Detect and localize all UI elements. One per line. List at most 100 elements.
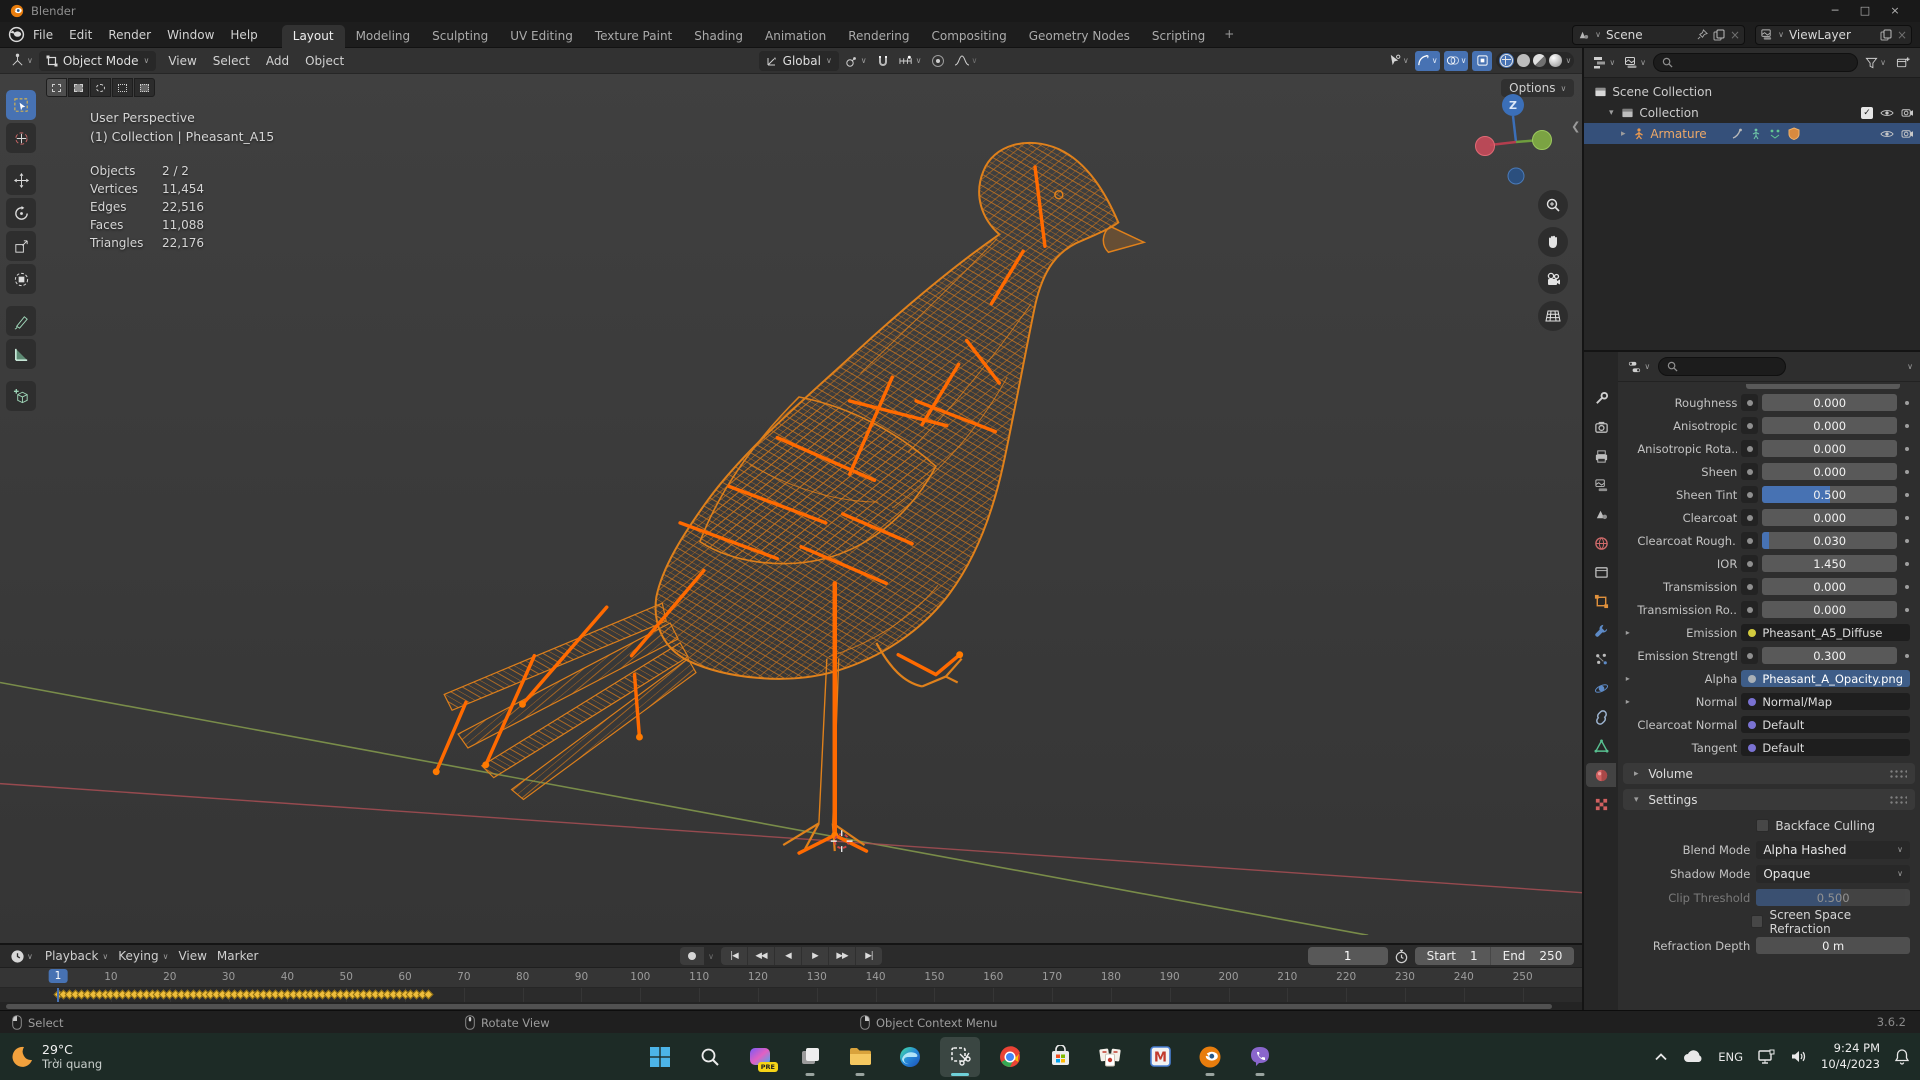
close-button[interactable]: ×: [1880, 0, 1910, 22]
value-slider[interactable]: 0.000: [1762, 509, 1897, 526]
value-slider[interactable]: 0.000: [1762, 463, 1897, 480]
prop-row-emission[interactable]: ▸ Emission Pheasant_A5_Diffuse: [1622, 622, 1912, 643]
value-slider[interactable]: 0.000: [1762, 440, 1897, 457]
timeline-menu-keying[interactable]: Keying ∨: [114, 949, 172, 963]
animate-property-button[interactable]: [1741, 532, 1759, 549]
prop-row-transmission[interactable]: Transmission 0.000: [1622, 576, 1912, 597]
duplicate-icon[interactable]: [1880, 29, 1892, 41]
end-frame-field[interactable]: End 250: [1491, 949, 1575, 963]
view-layer-selector[interactable]: ∨ ViewLayer ×: [1755, 24, 1912, 45]
blend-mode-select[interactable]: Alpha Hashed ∨: [1756, 840, 1910, 859]
remove-icon[interactable]: ×: [1897, 28, 1907, 42]
unlink-icon[interactable]: ×: [1730, 28, 1740, 42]
outliner-row-scene-collection[interactable]: Scene Collection: [1584, 81, 1920, 102]
file-explorer-button[interactable]: [840, 1037, 880, 1077]
workspace-tab-shading[interactable]: Shading: [683, 25, 754, 48]
disable-render-camera-icon[interactable]: [1901, 128, 1914, 139]
transform-orientation[interactable]: Global ∨: [758, 50, 839, 71]
tab-collection[interactable]: [1586, 560, 1616, 584]
clip-threshold-slider[interactable]: 0.500: [1756, 889, 1910, 906]
gizmos-toggle[interactable]: ∨: [1414, 50, 1440, 71]
view-layer-name[interactable]: ViewLayer: [1789, 28, 1875, 42]
collection-checkbox[interactable]: ✓: [1861, 106, 1873, 119]
scene-name[interactable]: Scene: [1606, 28, 1692, 42]
start-button[interactable]: [640, 1037, 680, 1077]
viewport-menu-view[interactable]: View: [160, 51, 204, 71]
mode-selector[interactable]: Object Mode ∨: [38, 50, 157, 71]
timeline-editor-type-button[interactable]: ∨: [8, 946, 35, 966]
tab-world[interactable]: [1586, 531, 1616, 555]
workspace-tab-modeling[interactable]: Modeling: [345, 25, 422, 48]
texture-field[interactable]: Default: [1741, 716, 1910, 733]
texture-field[interactable]: Pheasant_A_Opacity.png: [1741, 670, 1910, 687]
tab-render[interactable]: [1586, 415, 1616, 439]
workspace-tab-compositing[interactable]: Compositing: [920, 25, 1017, 48]
value-slider[interactable]: 1.450: [1762, 555, 1897, 572]
properties-search-input[interactable]: [1658, 357, 1786, 376]
minimize-button[interactable]: ─: [1820, 0, 1850, 22]
timeline-ruler[interactable]: 1 10 20 30 40 50 60 70 80 90 100 110 120 130 140 150 160…: [0, 968, 1583, 988]
prop-row-clearcoat-normal[interactable]: Clearcoat Normal Default: [1622, 714, 1912, 735]
prop-row-clearcoat-rough[interactable]: Clearcoat Rough... 0.030: [1622, 530, 1912, 551]
texture-field[interactable]: Pheasant_A5_Diffuse: [1741, 624, 1910, 641]
timeline-scrollbar[interactable]: [0, 1002, 1583, 1010]
prev-keyframe-button[interactable]: ◀◀: [747, 947, 774, 966]
snipping-tool-button[interactable]: [940, 1036, 980, 1077]
viber-button[interactable]: [1240, 1037, 1280, 1077]
select-box-button[interactable]: [68, 78, 89, 97]
select-tweak-button[interactable]: [46, 78, 67, 97]
edge-button[interactable]: [890, 1037, 930, 1077]
jump-to-end-button[interactable]: ▶|: [855, 947, 882, 966]
cursor-tool[interactable]: [6, 123, 36, 153]
timeline-keyframes[interactable]: [0, 987, 1583, 1003]
texture-field[interactable]: Default: [1741, 739, 1910, 756]
section-volume[interactable]: ▸ Volume: [1623, 763, 1915, 784]
timeline-menu-view[interactable]: View: [174, 949, 210, 963]
annotate-tool[interactable]: [6, 306, 36, 336]
animation-data-icon[interactable]: [1769, 128, 1781, 140]
language-indicator[interactable]: ENG: [1718, 1050, 1743, 1064]
workspace-tab-uv-editing[interactable]: UV Editing: [499, 25, 584, 48]
tray-chevron-icon[interactable]: [1654, 1052, 1668, 1062]
workspace-tab-sculpting[interactable]: Sculpting: [421, 25, 499, 48]
stopwatch-icon[interactable]: [1394, 949, 1409, 964]
select-lasso-button[interactable]: [112, 78, 133, 97]
play-button[interactable]: ▶: [801, 947, 828, 966]
tab-output[interactable]: [1586, 444, 1616, 468]
animate-property-button[interactable]: [1741, 647, 1759, 664]
toggle-ortho-button[interactable]: [1538, 301, 1569, 331]
outliner-search-input[interactable]: [1653, 53, 1859, 72]
scrollbar-handle[interactable]: [6, 1003, 1553, 1009]
disable-render-camera-icon[interactable]: [1901, 107, 1914, 118]
select-extend-button[interactable]: [134, 78, 155, 97]
outliner-row-collection[interactable]: ▾ Collection ✓: [1584, 102, 1920, 123]
workspace-tab-layout[interactable]: Layout: [281, 24, 345, 48]
start-frame-field[interactable]: Start 1: [1415, 949, 1490, 963]
task-view-button[interactable]: [790, 1037, 830, 1077]
hide-eye-icon[interactable]: [1880, 108, 1894, 118]
tab-tool[interactable]: [1586, 386, 1616, 410]
chrome-button[interactable]: [990, 1037, 1030, 1077]
animate-property-button[interactable]: [1741, 555, 1759, 572]
expand-triangle-icon[interactable]: ▾: [1606, 108, 1616, 118]
value-slider[interactable]: 0.500: [1762, 486, 1897, 503]
menu-help[interactable]: Help: [222, 25, 265, 45]
tab-view-layer[interactable]: [1586, 473, 1616, 497]
tab-constraints[interactable]: [1586, 705, 1616, 729]
auto-keying-button[interactable]: [680, 947, 705, 966]
duplicate-icon[interactable]: [1713, 29, 1725, 41]
navigation-gizmo[interactable]: Z: [1472, 90, 1554, 189]
shading-options-dropdown[interactable]: ∨: [1565, 56, 1571, 65]
menu-file[interactable]: File: [25, 25, 61, 45]
value-slider[interactable]: 0.000: [1762, 601, 1897, 618]
tab-modifiers[interactable]: [1586, 618, 1616, 642]
taskbar-clock[interactable]: 9:24 PM 10/4/2023: [1821, 1041, 1880, 1072]
move-tool[interactable]: [6, 165, 36, 195]
timeline-menu-marker[interactable]: Marker: [213, 949, 262, 963]
timeline-menu-playback[interactable]: Playback ∨: [41, 949, 112, 963]
animate-property-button[interactable]: [1741, 417, 1759, 434]
value-slider[interactable]: 0.030: [1762, 532, 1897, 549]
animate-property-button[interactable]: [1741, 440, 1759, 457]
prop-row-ior[interactable]: IOR 1.450: [1622, 553, 1912, 574]
scale-tool[interactable]: [6, 231, 36, 261]
